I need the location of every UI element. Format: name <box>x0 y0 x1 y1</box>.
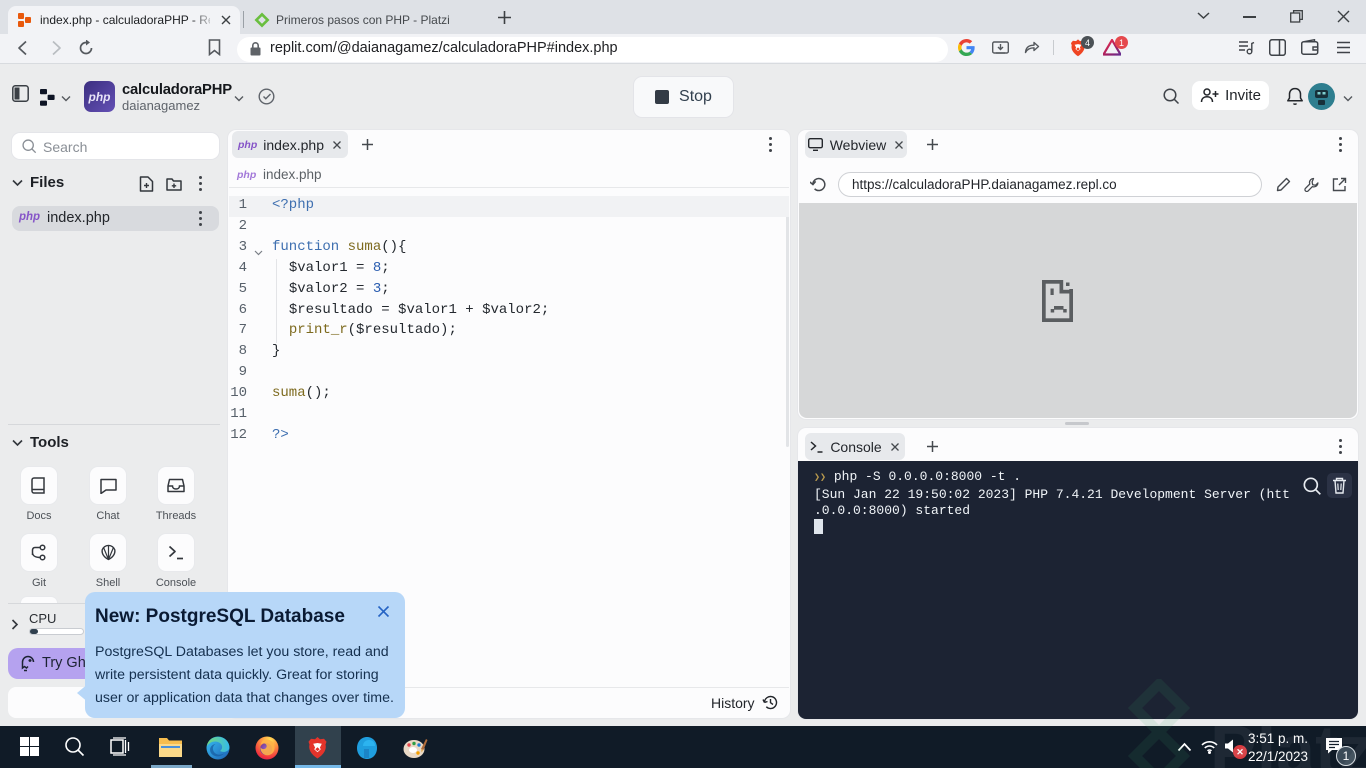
svg-text:Platzi: Platzi <box>1210 711 1366 768</box>
